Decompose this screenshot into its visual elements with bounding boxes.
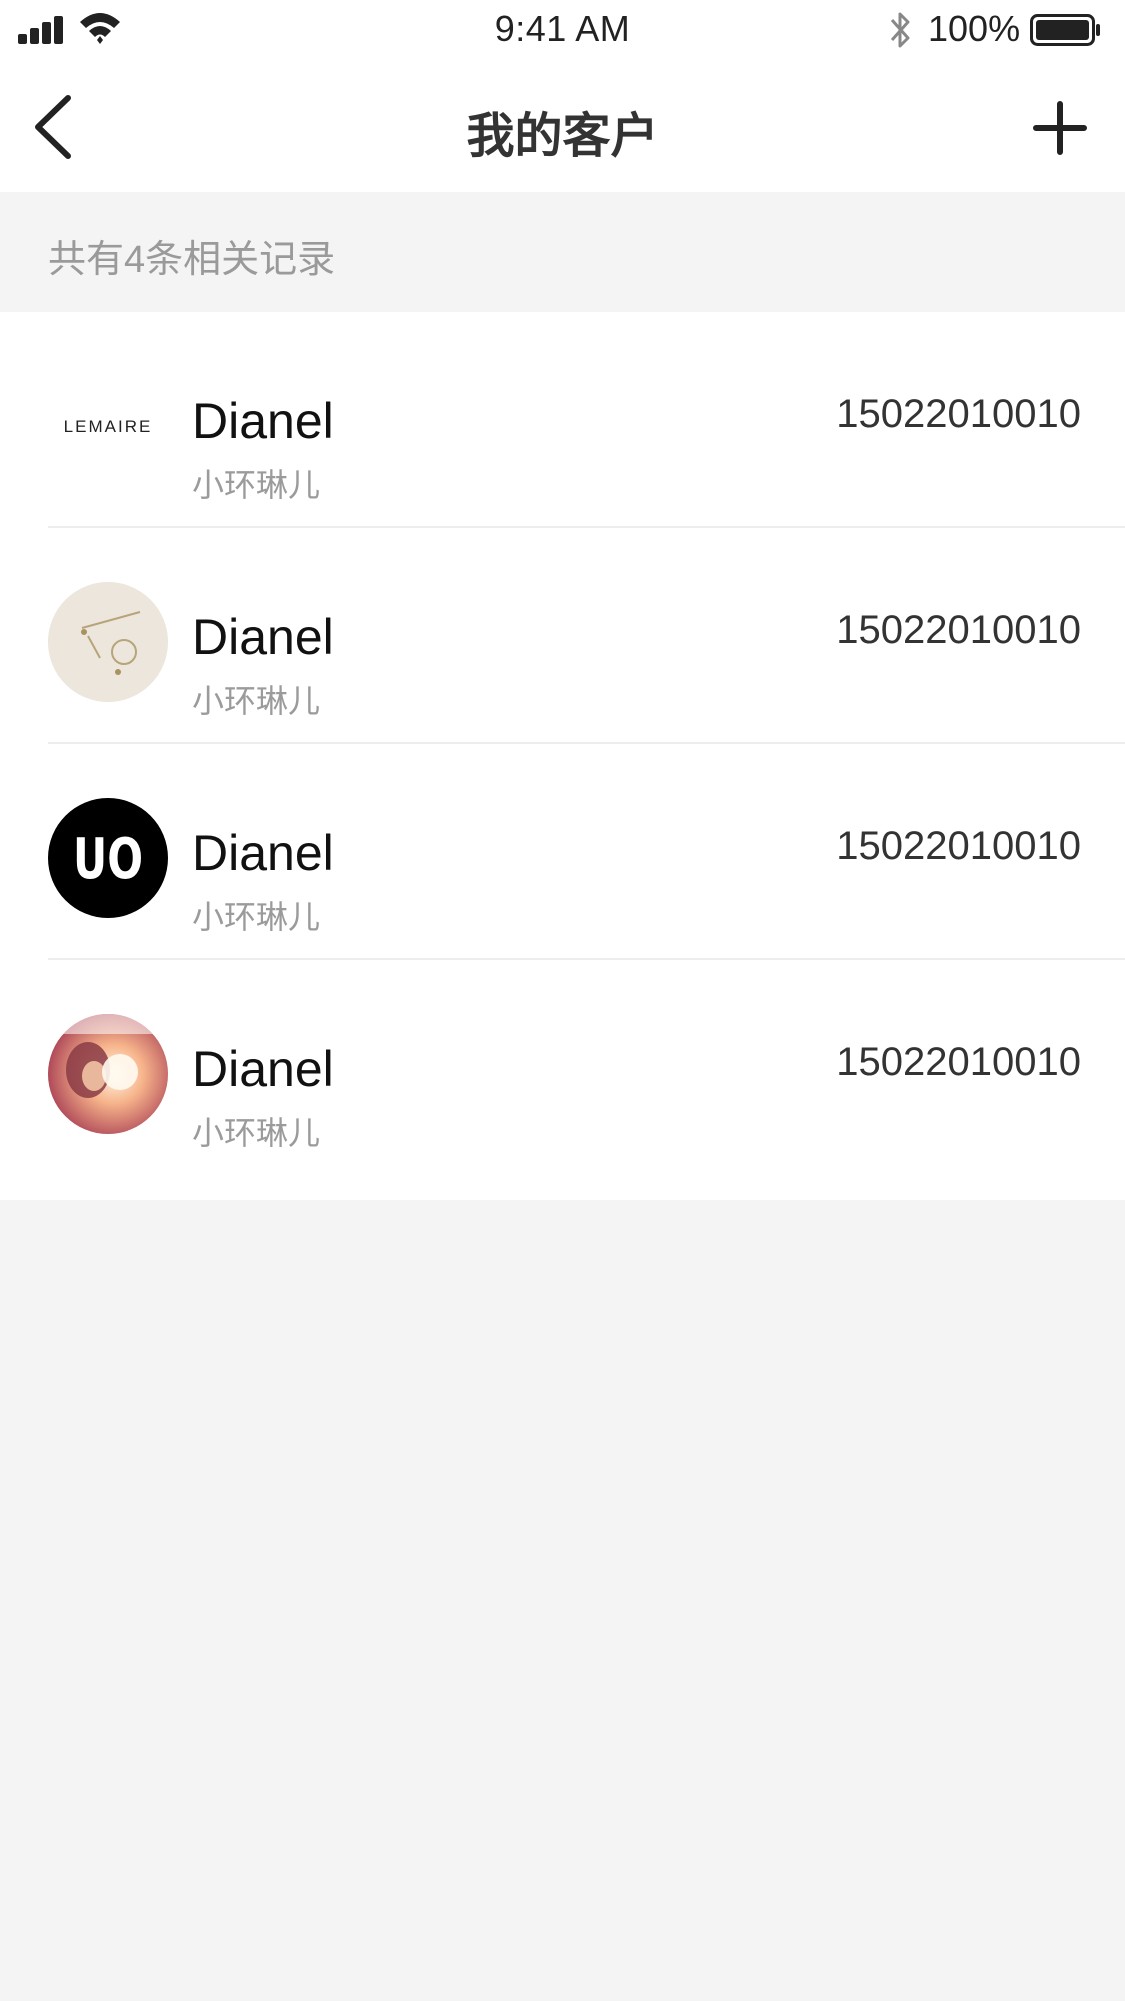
lemaire-logo-avatar: LEMAIRE bbox=[48, 366, 168, 486]
customer-nickname: 小环琳儿 bbox=[192, 683, 321, 719]
customer-phone: 15022010010 bbox=[836, 1040, 1081, 1084]
record-count-text: 共有4条相关记录 bbox=[48, 239, 336, 281]
customer-name: Dianel bbox=[192, 1041, 334, 1097]
customer-row[interactable]: UO Dianel 小环琳儿 15022010010 bbox=[0, 744, 1125, 960]
customer-phone: 15022010010 bbox=[836, 608, 1081, 652]
add-customer-button[interactable] bbox=[1030, 98, 1090, 158]
customer-nickname: 小环琳儿 bbox=[192, 1115, 321, 1151]
customer-nickname: 小环琳儿 bbox=[192, 467, 321, 503]
record-count-bar: 共有4条相关记录 bbox=[0, 192, 1125, 312]
uo-logo-avatar: UO bbox=[48, 798, 168, 918]
customer-row[interactable]: Dianel 小环琳儿 15022010010 bbox=[0, 528, 1125, 744]
customer-list: LEMAIRE Dianel 小环琳儿 15022010010 Dianel 小… bbox=[0, 312, 1125, 1200]
person-photo-avatar bbox=[48, 1014, 168, 1134]
bluetooth-icon bbox=[890, 12, 910, 48]
page-title: 我的客户 bbox=[466, 110, 659, 163]
customer-phone: 15022010010 bbox=[836, 824, 1081, 868]
customer-name: Dianel bbox=[192, 609, 334, 665]
customer-name: Dianel bbox=[192, 825, 334, 881]
status-bar: 9:41 AM 100% bbox=[0, 0, 1125, 62]
customer-phone: 15022010010 bbox=[836, 392, 1081, 436]
battery-percent: 100% bbox=[928, 8, 1021, 49]
customer-nickname: 小环琳儿 bbox=[192, 899, 321, 935]
avatar-logo-text: UO bbox=[73, 827, 143, 892]
avatar-logo-text: LEMAIRE bbox=[64, 417, 153, 436]
jewelry-photo-avatar bbox=[48, 582, 168, 702]
customer-name: Dianel bbox=[192, 393, 334, 449]
customer-row[interactable]: LEMAIRE Dianel 小环琳儿 15022010010 bbox=[0, 312, 1125, 528]
nav-bar: 我的客户 bbox=[0, 62, 1125, 192]
customer-row[interactable]: Dianel 小环琳儿 15022010010 bbox=[0, 960, 1125, 1200]
plus-icon bbox=[1033, 101, 1087, 155]
battery-icon bbox=[1030, 14, 1100, 46]
